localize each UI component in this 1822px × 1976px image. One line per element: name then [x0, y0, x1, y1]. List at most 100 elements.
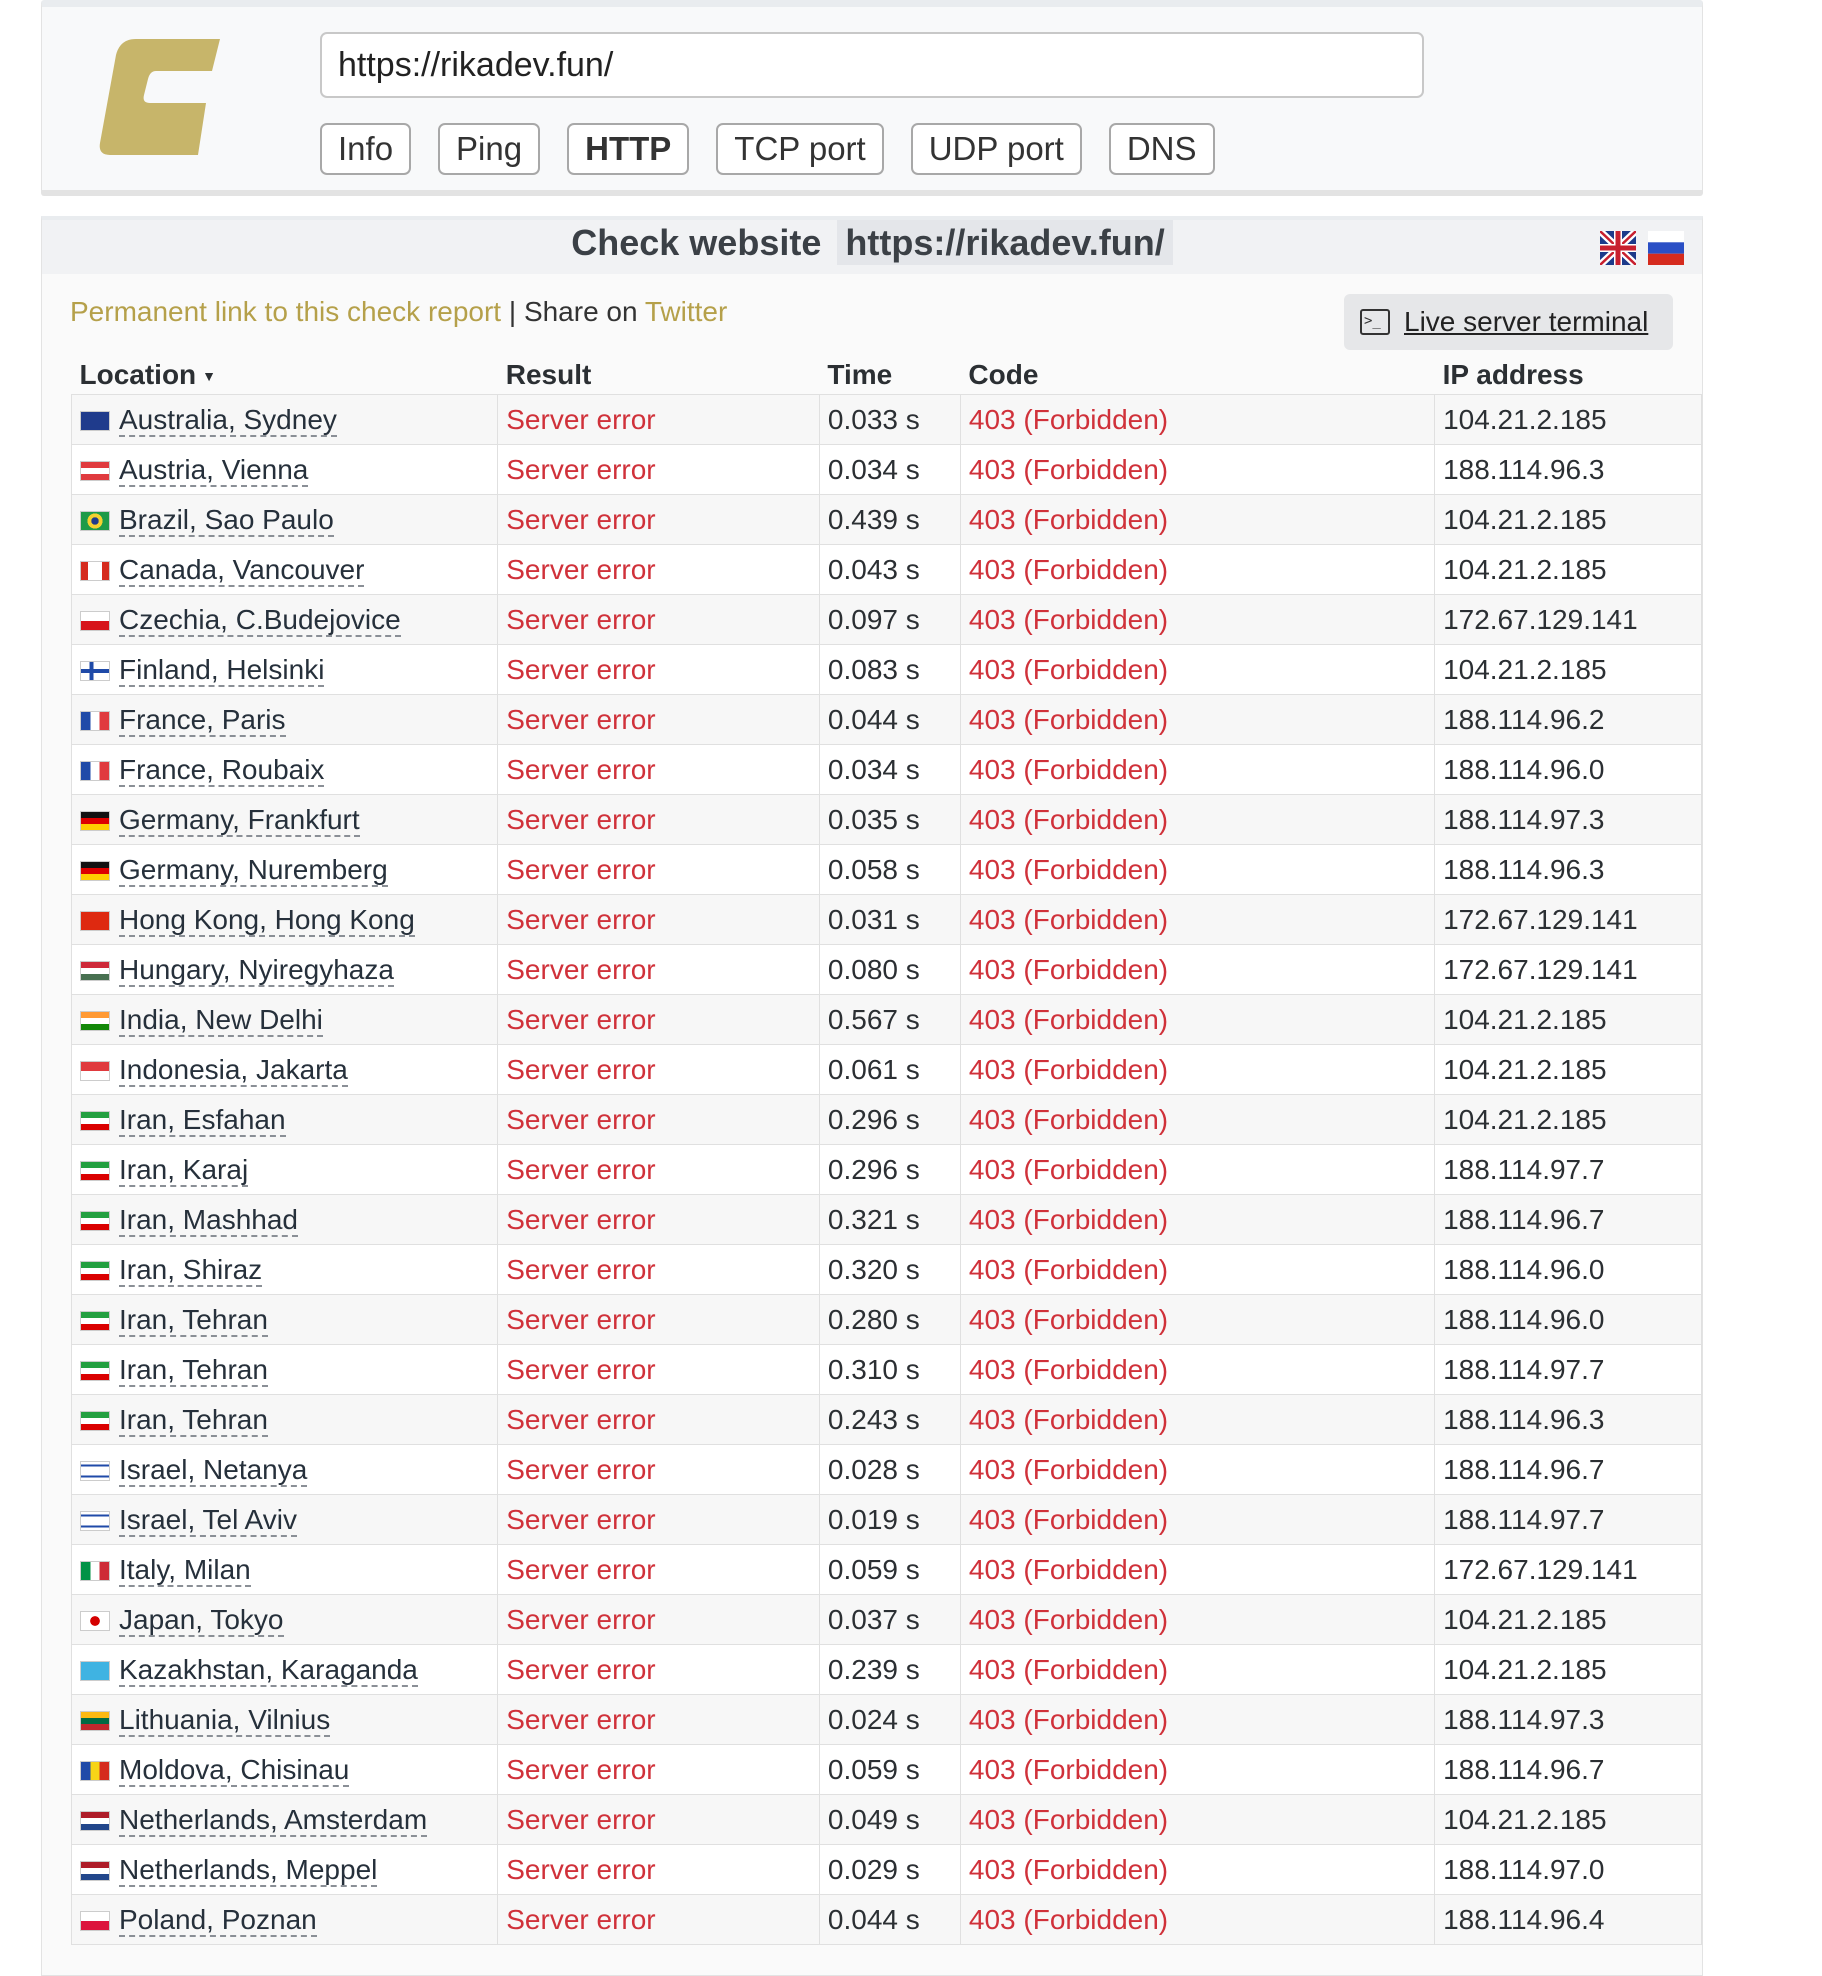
location-link[interactable]: Iran, Tehran — [119, 1403, 268, 1437]
code-cell: 403 (Forbidden) — [959, 1294, 1436, 1345]
location-link[interactable]: Japan, Tokyo — [119, 1603, 284, 1637]
location-link[interactable]: Austria, Vienna — [119, 453, 309, 487]
location-link[interactable]: France, Paris — [119, 703, 286, 737]
time-cell: 0.439 s — [818, 494, 961, 545]
location-link[interactable]: Israel, Tel Aviv — [119, 1503, 297, 1537]
location-link[interactable]: Iran, Mashhad — [119, 1203, 298, 1237]
location-link[interactable]: Hungary, Nyiregyhaza — [119, 953, 394, 987]
ru-flag-icon[interactable] — [1648, 231, 1684, 265]
title-prefix: Check website — [571, 222, 822, 263]
en-flag-icon[interactable] — [1600, 231, 1636, 265]
result-cell: Server error — [497, 844, 820, 895]
location-link[interactable]: India, New Delhi — [119, 1003, 323, 1037]
code-cell: 403 (Forbidden) — [959, 1094, 1436, 1145]
time-cell: 0.243 s — [818, 1394, 961, 1445]
location-cell: Netherlands, Meppel — [70, 1844, 499, 1895]
header-location-label: Location — [79, 359, 197, 390]
ip-cell: 104.21.2.185 — [1434, 1794, 1702, 1845]
location-link[interactable]: Canada, Vancouver — [119, 553, 365, 587]
header-location[interactable]: Location ▼ — [72, 356, 498, 395]
location-cell: Czechia, C.Budejovice — [70, 594, 499, 645]
table-row: Iran, Karaj Server error 0.296 s 403 (Forbi… — [70, 1144, 1702, 1195]
live-terminal-button[interactable]: >_ Live server terminal — [1344, 294, 1673, 350]
location-link[interactable]: Germany, Nuremberg — [119, 853, 388, 887]
location-cell: Japan, Tokyo — [70, 1594, 499, 1645]
page-title: Check website https://rikadev.fun/ — [42, 220, 1702, 265]
table-row: Iran, Mashhad Server error 0.321 s 403 (For… — [70, 1194, 1702, 1245]
time-cell: 0.037 s — [818, 1594, 961, 1645]
tab-udp-port[interactable]: UDP port — [910, 123, 1082, 175]
tab-http[interactable]: HTTP — [567, 123, 690, 175]
location-cell: Finland, Helsinki — [70, 644, 499, 695]
permanent-link[interactable]: Permanent link to this check report — [70, 296, 501, 327]
location-link[interactable]: Iran, Tehran — [119, 1303, 268, 1337]
country-flag-icon — [80, 1910, 110, 1931]
location-link[interactable]: Finland, Helsinki — [119, 653, 325, 687]
result-cell: Server error — [497, 1594, 820, 1645]
code-cell: 403 (Forbidden) — [959, 1644, 1436, 1695]
location-cell: Germany, Nuremberg — [70, 844, 499, 895]
location-link[interactable]: Indonesia, Jakarta — [119, 1053, 348, 1087]
results-panel: Check website https://rikadev.fun/ Perma… — [41, 216, 1703, 1976]
location-link[interactable]: Iran, Karaj — [119, 1153, 249, 1187]
location-link[interactable]: Iran, Shiraz — [119, 1253, 263, 1287]
code-cell: 403 (Forbidden) — [959, 1894, 1436, 1945]
tab-info[interactable]: Info — [320, 123, 412, 175]
location-link[interactable]: Hong Kong, Hong Kong — [119, 903, 415, 937]
time-cell: 0.321 s — [818, 1194, 961, 1245]
result-cell: Server error — [497, 1294, 820, 1345]
country-flag-icon — [80, 1810, 110, 1831]
location-cell: Hungary, Nyiregyhaza — [70, 944, 499, 995]
location-link[interactable]: France, Roubaix — [119, 753, 325, 787]
location-link[interactable]: Moldova, Chisinau — [119, 1753, 350, 1787]
location-link[interactable]: Kazakhstan, Karaganda — [119, 1653, 418, 1687]
time-cell: 0.061 s — [818, 1044, 961, 1095]
tab-tcp-port[interactable]: TCP port — [716, 123, 884, 175]
tab-dns[interactable]: DNS — [1108, 123, 1215, 175]
location-cell: Iran, Tehran — [70, 1344, 499, 1395]
result-cell: Server error — [497, 644, 820, 695]
ip-cell: 104.21.2.185 — [1434, 544, 1702, 595]
table-row: Hungary, Nyiregyhaza Server error 0.080 s4… — [70, 944, 1702, 995]
result-cell: Server error — [497, 1444, 820, 1495]
table-row: Japan, Tokyo Server error 0.037 s 403 (Forb… — [70, 1594, 1702, 1645]
result-cell: Server error — [497, 944, 820, 995]
time-cell: 0.097 s — [818, 594, 961, 645]
code-cell: 403 (Forbidden) — [959, 694, 1436, 745]
country-flag-icon — [80, 1210, 110, 1231]
country-flag-icon — [80, 1360, 110, 1381]
location-cell: Italy, Milan — [70, 1544, 499, 1595]
location-link[interactable]: Netherlands, Amsterdam — [119, 1803, 428, 1837]
ip-cell: 104.21.2.185 — [1434, 394, 1702, 445]
result-cell: Server error — [497, 794, 820, 845]
ip-cell: 104.21.2.185 — [1434, 994, 1702, 1045]
location-link[interactable]: Italy, Milan — [119, 1553, 251, 1587]
time-cell: 0.320 s — [818, 1244, 961, 1295]
location-link[interactable]: Germany, Frankfurt — [119, 803, 360, 837]
time-cell: 0.029 s — [818, 1844, 961, 1895]
table-row: Brazil, Sao Paulo Server error 0.439 s 403 … — [70, 494, 1702, 545]
location-link[interactable]: Israel, Netanya — [119, 1453, 308, 1487]
location-link[interactable]: Czechia, C.Budejovice — [119, 603, 401, 637]
country-flag-icon — [80, 810, 110, 831]
result-cell: Server error — [497, 744, 820, 795]
location-link[interactable]: Poland, Poznan — [119, 1903, 317, 1937]
table-row: Israel, Tel Aviv Server error 0.019 s 403 (… — [70, 1494, 1702, 1545]
location-link[interactable]: Iran, Tehran — [119, 1353, 268, 1387]
location-link[interactable]: Australia, Sydney — [119, 403, 337, 437]
code-cell: 403 (Forbidden) — [959, 444, 1436, 495]
code-cell: 403 (Forbidden) — [959, 1244, 1436, 1295]
location-link[interactable]: Iran, Esfahan — [119, 1103, 286, 1137]
location-link[interactable]: Lithuania, Vilnius — [119, 1703, 331, 1737]
location-link[interactable]: Brazil, Sao Paulo — [119, 503, 334, 537]
twitter-link[interactable]: Twitter — [645, 296, 727, 327]
location-cell: Australia, Sydney — [70, 394, 499, 445]
tab-ping[interactable]: Ping — [438, 123, 541, 175]
table-row: Poland, Poznan Server error 0.044 s 403 (Fo… — [70, 1894, 1702, 1945]
location-link[interactable]: Netherlands, Meppel — [119, 1853, 378, 1887]
table-row: Moldova, Chisinau Server error 0.059 s 403 … — [70, 1744, 1702, 1795]
location-cell: Iran, Mashhad — [70, 1194, 499, 1245]
logo-icon[interactable] — [98, 39, 220, 155]
table-row: Lithuania, Vilnius Server error 0.024 s 403… — [70, 1694, 1702, 1745]
url-input[interactable] — [320, 32, 1424, 98]
